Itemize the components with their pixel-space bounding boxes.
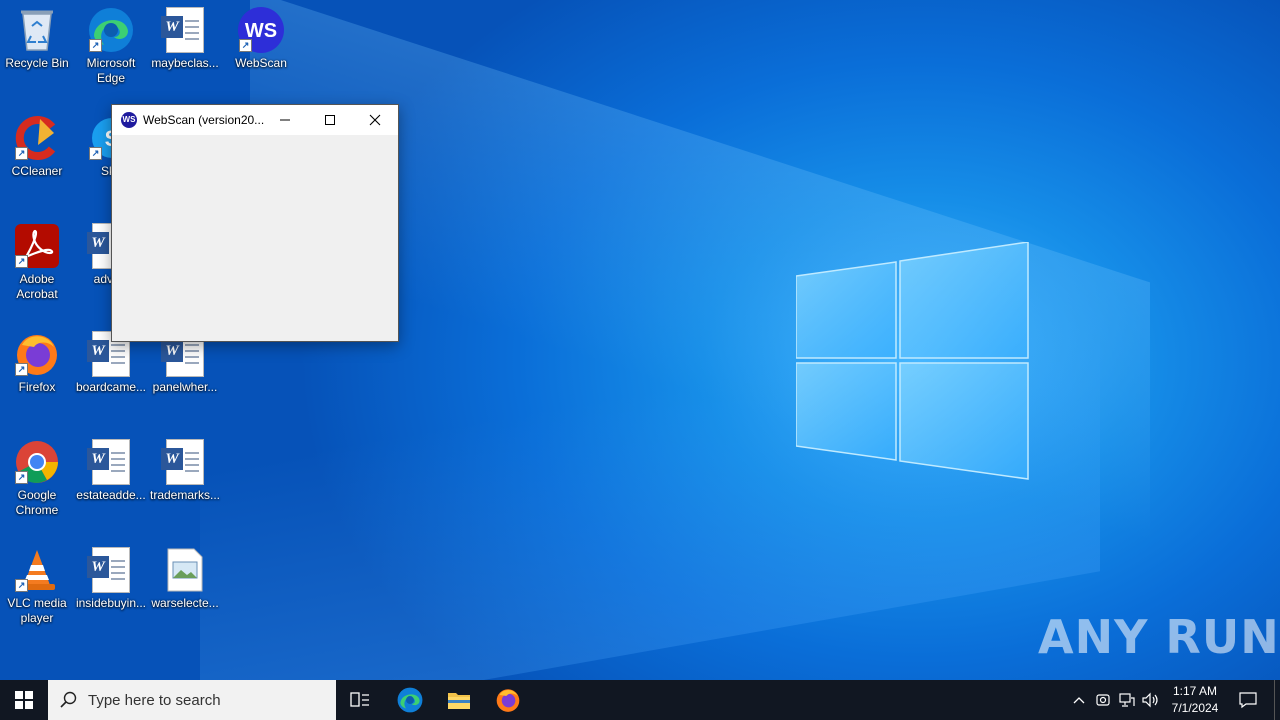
window-client-area <box>112 135 398 340</box>
notification-icon <box>1239 692 1257 709</box>
desktop-icon-label: maybeclas... <box>151 56 219 70</box>
window-title: WebScan (version20... <box>143 113 265 127</box>
taskbar: Type here to search 1:17 AM 7/1/2024 <box>0 680 1280 720</box>
desktop-icon-ccleaner[interactable]: ↗ CCleaner <box>0 114 74 179</box>
clock-date: 7/1/2024 <box>1171 701 1219 715</box>
close-icon <box>369 114 381 126</box>
desktop-icon-trademarks[interactable]: W trademarks... <box>148 438 222 503</box>
shortcut-arrow-icon: ↗ <box>15 471 28 484</box>
taskbar-search-box[interactable]: Type here to search <box>48 680 336 720</box>
word-document-icon: W <box>87 440 129 484</box>
word-document-icon: W <box>161 440 203 484</box>
taskbar-firefox[interactable] <box>484 680 532 720</box>
desktop-icon-google-chrome[interactable]: ↗ Google Chrome <box>0 438 74 518</box>
desktop-icon-label: CCleaner <box>11 164 63 178</box>
edge-icon <box>397 687 423 713</box>
desktop-icon-recycle-bin[interactable]: Recycle Bin <box>0 6 74 71</box>
desktop-icon-label: Recycle Bin <box>5 56 69 70</box>
word-document-icon: W <box>87 548 129 592</box>
recycle-bin-icon <box>21 10 53 51</box>
firefox-icon <box>496 689 520 712</box>
window-titlebar[interactable]: WS WebScan (version20... <box>112 105 398 135</box>
search-icon <box>60 691 77 708</box>
show-desktop-button[interactable] <box>1274 680 1280 720</box>
desktop-icon-label: estateadde... <box>76 488 146 502</box>
speaker-icon <box>1142 692 1158 708</box>
taskbar-edge[interactable] <box>386 680 434 720</box>
desktop-icon-label: trademarks... <box>149 488 221 502</box>
desktop-icon-label: warselecte... <box>151 596 219 610</box>
webscan-app-icon: WS <box>121 112 137 128</box>
minimize-icon <box>280 119 290 121</box>
windows-logo-wallpaper <box>796 242 1029 480</box>
shortcut-arrow-icon: ↗ <box>15 255 28 268</box>
network-button[interactable] <box>1116 680 1138 720</box>
desktop-icon-firefox[interactable]: ↗ Firefox <box>0 330 74 395</box>
desktop-icon-label: Adobe Acrobat <box>16 272 58 301</box>
desktop-icon-warselecte[interactable]: warselecte... <box>148 546 222 611</box>
desktop-icon-insidebuyin[interactable]: W insidebuyin... <box>74 546 148 611</box>
desktop-icon-label: panelwher... <box>152 380 218 394</box>
image-file-icon <box>167 548 203 592</box>
taskbar-clock[interactable]: 1:17 AM 7/1/2024 <box>1166 683 1224 717</box>
desktop-icon-maybeclas[interactable]: W maybeclas... <box>148 6 222 71</box>
show-hidden-icons-button[interactable] <box>1068 680 1090 720</box>
chevron-up-icon <box>1073 697 1085 704</box>
desktop-icon-label: Firefox <box>18 380 56 394</box>
minimize-button[interactable] <box>262 105 308 135</box>
shortcut-arrow-icon: ↗ <box>15 363 28 376</box>
network-icon <box>1119 693 1135 707</box>
windows-start-icon <box>15 691 33 709</box>
desktop-icon-vlc[interactable]: ↗ VLC media player <box>0 546 74 626</box>
shortcut-arrow-icon: ↗ <box>89 147 102 160</box>
shortcut-arrow-icon: ↗ <box>15 147 28 160</box>
desktop-icon-label: VLC media player <box>7 596 67 625</box>
desktop-icon-label: boardcame... <box>75 380 147 394</box>
desktop-icon-label: insidebuyin... <box>75 596 147 610</box>
close-button[interactable] <box>352 105 398 135</box>
search-placeholder: Type here to search <box>88 691 221 709</box>
folder-icon <box>448 693 470 709</box>
desktop: Recycle Bin ↗ Microsoft Edge W maybeclas… <box>0 0 1280 680</box>
desktop-icon-webscan[interactable]: WS ↗ WebScan <box>224 6 298 71</box>
volume-button[interactable] <box>1140 680 1162 720</box>
desktop-icon-estateadde[interactable]: W estateadde... <box>74 438 148 503</box>
tray-sync-button[interactable] <box>1092 680 1114 720</box>
shortcut-arrow-icon: ↗ <box>239 39 252 52</box>
taskbar-file-explorer[interactable] <box>435 680 483 720</box>
maximize-button[interactable] <box>307 105 353 135</box>
shortcut-arrow-icon: ↗ <box>15 579 28 592</box>
desktop-icon-label: WebScan <box>235 56 287 70</box>
action-center-button[interactable] <box>1228 680 1268 720</box>
anyrun-watermark: ANY RUN <box>1038 610 1280 664</box>
desktop-icon-microsoft-edge[interactable]: ↗ Microsoft Edge <box>74 6 148 86</box>
maximize-icon <box>325 115 335 125</box>
clock-time: 1:17 AM <box>1172 684 1218 698</box>
webscan-window[interactable]: WS WebScan (version20... <box>111 104 399 342</box>
task-view-icon <box>350 692 369 707</box>
desktop-icon-label: Google Chrome <box>15 488 59 517</box>
word-document-icon: W <box>161 8 203 52</box>
task-view-button[interactable] <box>336 680 384 720</box>
start-button[interactable] <box>0 680 48 720</box>
desktop-icon-label: Microsoft Edge <box>86 56 136 85</box>
sync-icon <box>1096 694 1110 706</box>
shortcut-arrow-icon: ↗ <box>89 39 102 52</box>
desktop-icon-adobe-acrobat[interactable]: ↗ Adobe Acrobat <box>0 222 74 302</box>
